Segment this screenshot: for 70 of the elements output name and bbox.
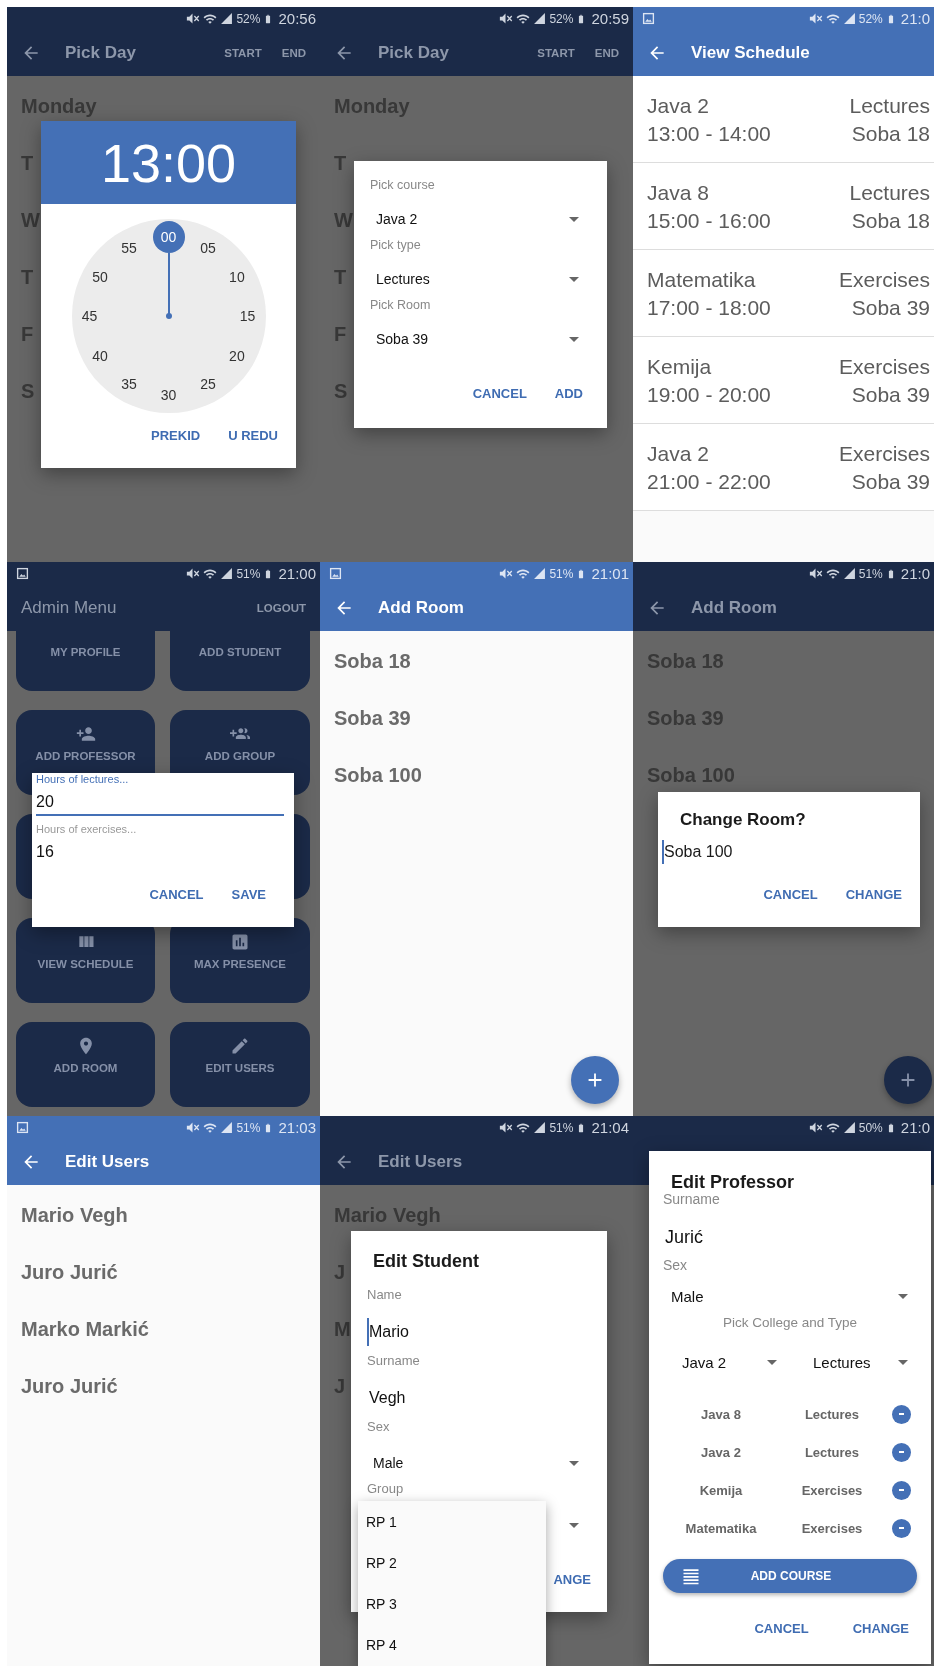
time-range: 19:00 - 20:00 xyxy=(647,382,771,408)
clock-time: 20:56 xyxy=(278,10,316,27)
battery-percent: 52% xyxy=(549,11,574,26)
clock-time: 21:04 xyxy=(591,1119,629,1136)
class-type: Exercises xyxy=(800,1520,864,1536)
screen-title: View Schedule xyxy=(691,43,810,63)
field-label: Pick Room xyxy=(370,297,432,313)
clock-time: 21:0 xyxy=(900,1119,930,1136)
field-label: Group xyxy=(367,1481,405,1497)
time-range: 17:00 - 18:00 xyxy=(647,295,771,321)
field-label: Sex xyxy=(367,1419,391,1435)
battery-percent: 51% xyxy=(236,566,261,581)
clock-time: 21:0 xyxy=(900,565,930,582)
section-label: Pick College and Type xyxy=(721,1315,859,1331)
room-name: Soba 39 xyxy=(850,295,930,321)
class-type: Lectures xyxy=(803,1406,861,1422)
screen-title: Admin Menu xyxy=(21,598,117,618)
battery-percent: 51% xyxy=(236,1120,261,1135)
screen-title: Add Room xyxy=(378,598,464,618)
battery-percent: 51% xyxy=(549,1120,574,1135)
class-type: Exercises xyxy=(800,1482,864,1498)
time-display: 13:00 xyxy=(100,131,237,194)
course-name: Kemija xyxy=(698,1482,744,1498)
course-name: Java 2 xyxy=(647,441,710,467)
screen-title: Edit Users xyxy=(65,1152,150,1172)
clock-time: 21:03 xyxy=(278,1119,316,1136)
dialog-title: Change Room? xyxy=(680,809,807,831)
battery-percent: 50% xyxy=(858,1120,883,1135)
screen-title: Pick Day xyxy=(65,43,136,63)
battery-percent: 52% xyxy=(858,11,883,26)
field-label: Surname xyxy=(663,1192,721,1206)
course-name: Kemija xyxy=(647,354,713,380)
room-name: Soba 18 xyxy=(850,208,930,234)
field-label: Surname xyxy=(367,1353,421,1369)
room-name: Soba 39 xyxy=(850,382,930,408)
course-name: Matematika xyxy=(684,1520,758,1536)
room-name: Soba 18 xyxy=(850,121,930,147)
time-range: 15:00 - 16:00 xyxy=(647,208,771,234)
class-type: Exercises xyxy=(838,267,930,293)
class-type: Lectures xyxy=(849,93,930,119)
clock-time: 21:00 xyxy=(278,565,316,582)
battery-percent: 51% xyxy=(549,566,574,581)
class-type: Lectures xyxy=(803,1444,861,1460)
dialog-title: Edit Student xyxy=(372,1250,480,1272)
course-name: Java 2 xyxy=(647,93,710,119)
course-name: Java 8 xyxy=(647,180,710,206)
dialog-title: Edit Professor xyxy=(670,1172,796,1192)
class-type: Lectures xyxy=(849,180,930,206)
field-label: Name xyxy=(367,1287,403,1303)
clock-time: 20:59 xyxy=(591,10,629,27)
screen-title: Pick Day xyxy=(378,43,449,63)
clock-time: 21:0 xyxy=(900,10,930,27)
time-range: 21:00 - 22:00 xyxy=(647,469,771,495)
battery-percent: 52% xyxy=(236,11,261,26)
field-label: Hours of exercises... xyxy=(36,823,138,835)
field-label: Hours of lectures... xyxy=(36,773,130,785)
clock-time: 21:01 xyxy=(591,565,629,582)
class-type: Exercises xyxy=(838,354,930,380)
field-label: Sex xyxy=(663,1258,689,1272)
field-label: Pick course xyxy=(370,177,436,193)
course-name: Matematika xyxy=(647,267,757,293)
course-name: Java 2 xyxy=(700,1444,742,1460)
class-type: Exercises xyxy=(838,441,930,467)
battery-percent: 51% xyxy=(858,566,883,581)
field-label: Pick type xyxy=(370,237,422,253)
room-name: Soba 39 xyxy=(850,469,930,495)
time-range: 13:00 - 14:00 xyxy=(647,121,771,147)
course-name: Java 8 xyxy=(700,1406,742,1422)
screen-title: Add Room xyxy=(691,598,777,618)
screen-title: Edit Users xyxy=(378,1152,463,1172)
